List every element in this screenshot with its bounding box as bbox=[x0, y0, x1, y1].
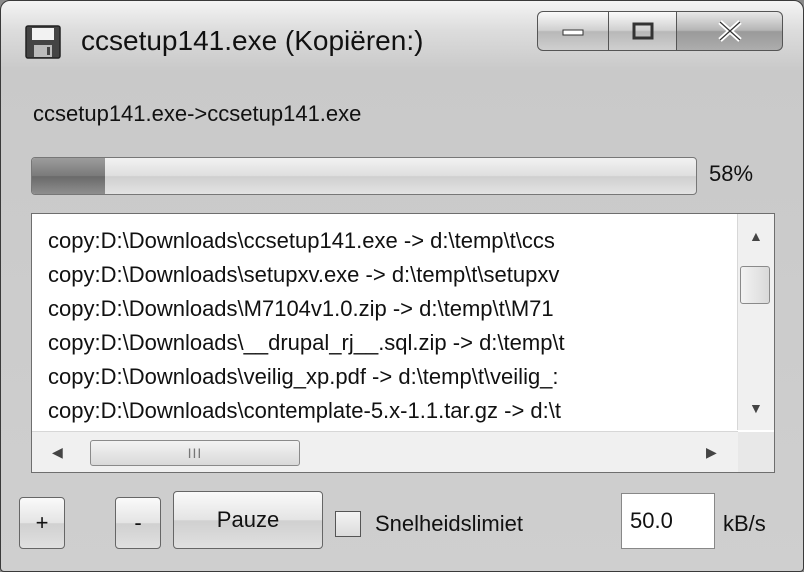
pause-button[interactable]: Pauze bbox=[173, 491, 323, 549]
list-item[interactable]: copy:D:\Downloads\ccsetup141.exe -> d:\t… bbox=[48, 224, 738, 258]
save-icon bbox=[25, 25, 61, 59]
speed-unit-label: kB/s bbox=[723, 511, 766, 536]
speed-limit-checkbox[interactable] bbox=[335, 511, 361, 537]
scroll-right-icon[interactable]: ▶ bbox=[706, 444, 717, 461]
maximize-icon bbox=[632, 22, 653, 40]
maximize-button[interactable] bbox=[609, 11, 677, 51]
horizontal-scrollbar[interactable]: ◀ III ▶ bbox=[32, 431, 738, 472]
progress-fill bbox=[32, 158, 106, 194]
list-item[interactable]: copy:D:\Downloads\setupxv.exe -> d:\temp… bbox=[48, 258, 738, 292]
speed-limit-label[interactable]: Snelheidslimiet bbox=[375, 511, 523, 537]
close-button[interactable] bbox=[677, 11, 783, 51]
title-bar[interactable]: ccsetup141.exe (Kopiëren:) bbox=[1, 1, 803, 81]
log-items: copy:D:\Downloads\ccsetup141.exe -> d:\t… bbox=[48, 224, 738, 430]
vertical-scrollbar[interactable]: ▲ ▼ bbox=[737, 214, 774, 430]
scroll-up-icon[interactable]: ▲ bbox=[749, 228, 763, 244]
copy-window: ccsetup141.exe (Kopiëren:) ccsetup141.ex… bbox=[0, 0, 804, 572]
scroll-corner bbox=[738, 432, 774, 472]
minimize-button[interactable] bbox=[537, 11, 609, 51]
vertical-scroll-thumb[interactable] bbox=[740, 266, 770, 304]
speed-limit-input[interactable]: 50.0 bbox=[621, 493, 715, 549]
copy-log-list[interactable]: copy:D:\Downloads\ccsetup141.exe -> d:\t… bbox=[31, 213, 775, 473]
decrease-button[interactable]: - bbox=[115, 497, 161, 549]
close-icon bbox=[717, 20, 742, 42]
window-title: ccsetup141.exe (Kopiëren:) bbox=[81, 25, 424, 56]
list-item[interactable]: copy:D:\Downloads\M7104v1.0.zip -> d:\te… bbox=[48, 292, 738, 326]
grip-icon: III bbox=[187, 445, 203, 461]
list-item[interactable]: copy:D:\Downloads\__drupal_rj__.sql.zip … bbox=[48, 326, 738, 360]
increase-button[interactable]: + bbox=[19, 497, 65, 549]
scroll-down-icon[interactable]: ▼ bbox=[749, 400, 763, 416]
copy-path-label: ccsetup141.exe->ccsetup141.exe bbox=[33, 101, 362, 126]
progress-percent: 58% bbox=[709, 161, 754, 186]
list-item[interactable]: copy:D:\Downloads\veilig_xp.pdf -> d:\te… bbox=[48, 360, 738, 394]
minimize-icon bbox=[562, 29, 584, 36]
caption-buttons bbox=[537, 11, 783, 55]
copy-progress-bar bbox=[31, 157, 697, 195]
scroll-left-icon[interactable]: ◀ bbox=[52, 444, 63, 461]
horizontal-scroll-thumb[interactable]: III bbox=[90, 440, 300, 466]
list-item[interactable]: copy:D:\Downloads\contemplate-5.x-1.1.ta… bbox=[48, 394, 738, 428]
